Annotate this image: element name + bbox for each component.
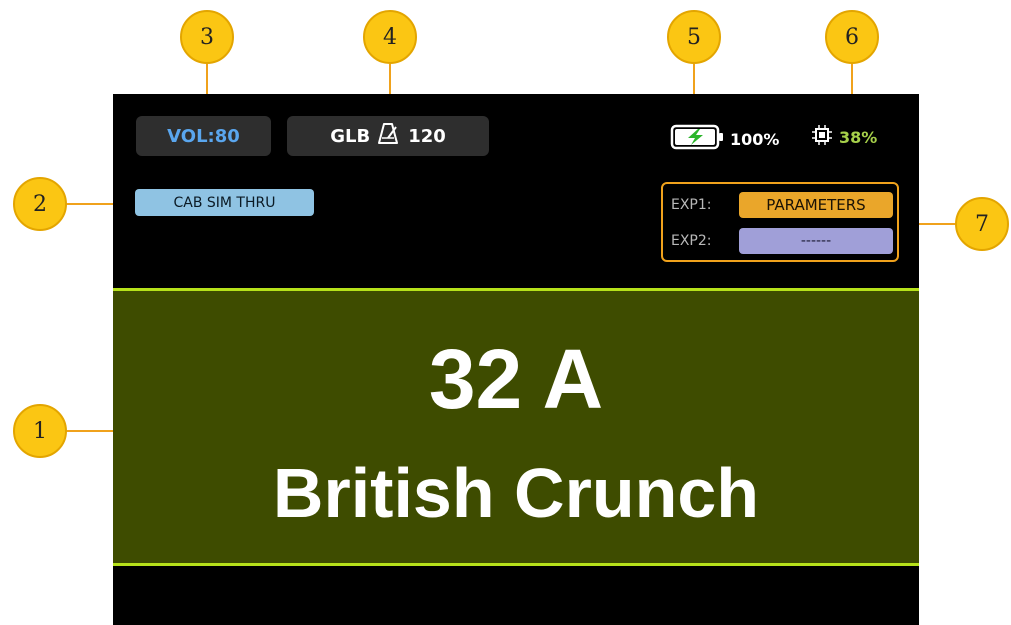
expression-pedal-panel: EXP1: PARAMETERS EXP2: ------ (661, 182, 899, 262)
exp1-label: EXP1: (671, 197, 712, 213)
callout-6: 6 (825, 10, 879, 64)
exp1-value[interactable]: PARAMETERS (739, 192, 893, 218)
callout-2-number: 2 (33, 191, 47, 217)
callout-4-number: 4 (383, 24, 397, 50)
preset-name: British Crunch (272, 454, 760, 532)
callout-5: 5 (667, 10, 721, 64)
exp2-label: EXP2: (671, 233, 712, 249)
callout-1: 1 (13, 404, 67, 458)
battery-charging-icon (670, 124, 724, 154)
callout-7: 7 (955, 197, 1009, 251)
metronome-icon (378, 122, 400, 151)
tempo-indicator[interactable]: GLB 120 (287, 116, 489, 156)
battery-status: 100% (670, 124, 779, 154)
preset-number: 32 A (428, 332, 604, 426)
callout-2: 2 (13, 177, 67, 231)
callout-3-number: 3 (200, 24, 214, 50)
callout-4: 4 (363, 10, 417, 64)
exp2-value[interactable]: ------ (739, 228, 893, 254)
cpu-chip-icon (811, 124, 833, 150)
callout-3: 3 (180, 10, 234, 64)
cab-sim-label: CAB SIM THRU (173, 194, 276, 211)
callout-6-number: 6 (845, 24, 859, 50)
volume-indicator[interactable]: VOL:80 (136, 116, 271, 156)
callout-7-number: 7 (975, 211, 989, 237)
cab-sim-badge[interactable]: CAB SIM THRU (135, 189, 314, 216)
volume-label: VOL:80 (167, 125, 240, 147)
cpu-usage: 38% (811, 124, 877, 150)
cpu-percent: 38% (839, 127, 878, 147)
tempo-value: 120 (408, 125, 446, 147)
exp2-row[interactable]: EXP2: ------ (671, 228, 893, 254)
callout-5-number: 5 (687, 24, 701, 50)
device-screen: VOL:80 GLB 120 CAB SIM THRU 100% 38% EXP… (113, 94, 919, 625)
tempo-mode-label: GLB (330, 125, 371, 147)
battery-percent: 100% (730, 129, 780, 149)
callout-1-number: 1 (33, 418, 47, 444)
preset-display[interactable]: 32 A British Crunch (113, 288, 919, 566)
exp1-row[interactable]: EXP1: PARAMETERS (671, 192, 893, 218)
